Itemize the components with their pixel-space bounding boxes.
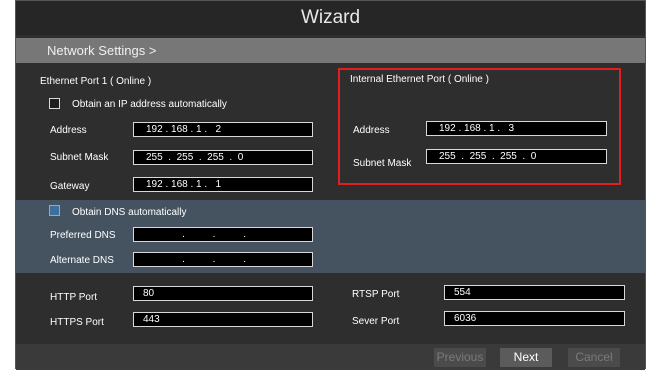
wizard-window: Wizard Network Settings > Ethernet Port … (15, 0, 646, 370)
server-port-label: Sever Port (352, 316, 400, 327)
obtain-dns-label: Obtain DNS automatically (72, 207, 187, 218)
ethernet1-address-input[interactable]: 192 . 168 . 1 . 2 (133, 122, 313, 137)
obtain-ip-label: Obtain an IP address automatically (72, 99, 227, 110)
internal-heading: Internal Ethernet Port ( Online ) (350, 74, 489, 85)
preferred-dns-input[interactable]: . . . (133, 227, 313, 242)
http-port-label: HTTP Port (50, 292, 98, 303)
ethernet1-subnet-input[interactable]: 255 . 255 . 255 . 0 (133, 150, 313, 165)
breadcrumb: Network Settings > (16, 38, 645, 63)
gateway-label: Gateway (50, 181, 90, 192)
obtain-ip-checkbox[interactable] (49, 98, 60, 109)
window-title: Wizard (16, 1, 645, 35)
https-port-input[interactable]: 443 (133, 312, 313, 327)
ethernet1-subnet-label: Subnet Mask (50, 152, 109, 163)
alternate-dns-label: Alternate DNS (50, 255, 114, 266)
previous-button[interactable]: Previous (434, 348, 486, 367)
gateway-input[interactable]: 192 . 168 . 1 . 1 (133, 177, 313, 192)
server-port-input[interactable]: 6036 (444, 311, 625, 326)
rtsp-port-label: RTSP Port (352, 289, 400, 300)
breadcrumb-network-settings[interactable]: Network Settings > (47, 38, 156, 63)
internal-subnet-input[interactable]: 255 . 255 . 255 . 0 (426, 149, 607, 164)
internal-subnet-label: Subnet Mask (353, 158, 412, 169)
rtsp-port-input[interactable]: 554 (444, 285, 625, 300)
button-bar: Previous Next Cancel (16, 344, 645, 370)
alternate-dns-input[interactable]: . . . (133, 252, 313, 267)
ethernet1-address-label: Address (50, 125, 87, 136)
ethernet1-heading: Ethernet Port 1 ( Online ) (40, 76, 152, 87)
cancel-button[interactable]: Cancel (568, 348, 620, 367)
internal-address-input[interactable]: 192 . 168 . 1 . 3 (426, 121, 607, 136)
next-button[interactable]: Next (500, 348, 552, 367)
internal-address-label: Address (353, 125, 390, 136)
obtain-dns-checkbox[interactable] (49, 205, 60, 216)
http-port-input[interactable]: 80 (133, 286, 313, 301)
dns-section: Obtain DNS automatically Preferred DNS .… (16, 200, 645, 273)
https-port-label: HTTPS Port (50, 317, 104, 328)
preferred-dns-label: Preferred DNS (50, 230, 116, 241)
